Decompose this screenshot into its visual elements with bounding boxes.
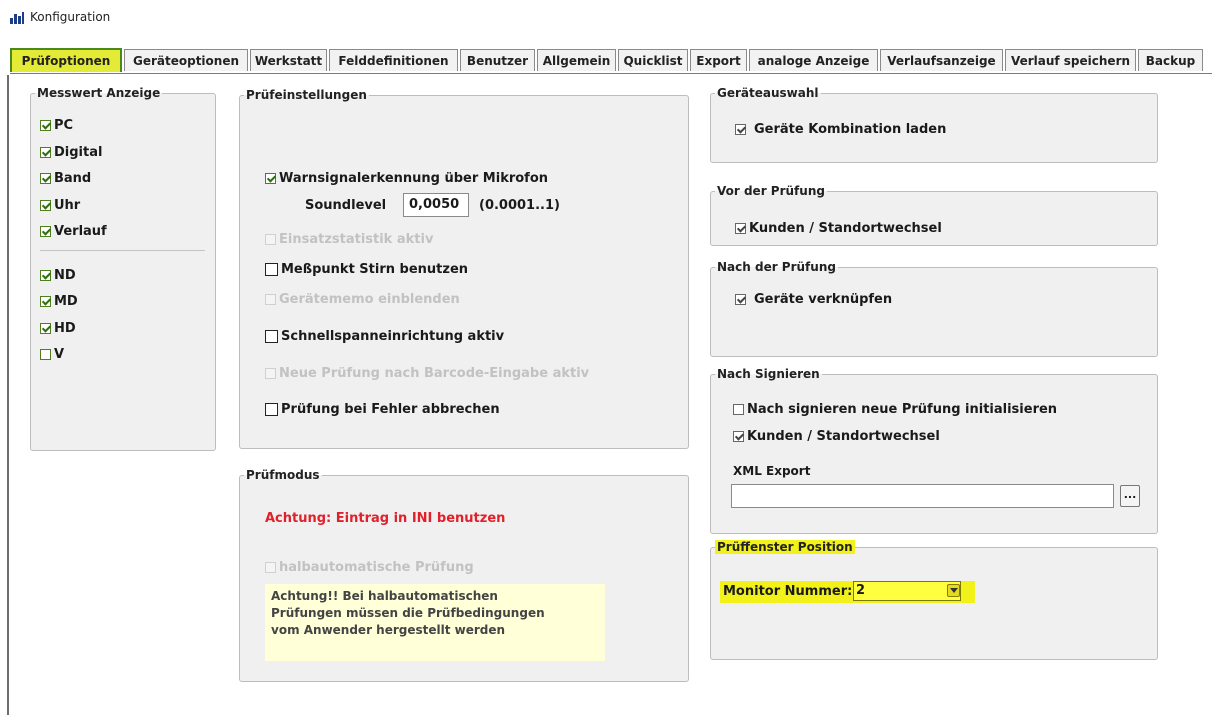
checkbox-icon[interactable]	[40, 226, 51, 237]
group-legend: Prüfeinstellungen	[246, 88, 367, 102]
checkbox-band[interactable]: Band	[40, 171, 91, 186]
checkbox-icon[interactable]	[735, 294, 746, 305]
checkbox-icon[interactable]	[40, 173, 51, 184]
tab-allgemein[interactable]: Allgemein	[537, 49, 616, 71]
checkbox-icon	[265, 368, 276, 379]
checkbox-icon[interactable]	[40, 120, 51, 131]
checkbox-icon[interactable]	[265, 403, 278, 416]
group-legend: Geräteauswahl	[717, 86, 819, 100]
checkbox-uhr[interactable]: Uhr	[40, 198, 80, 213]
group-legend: Messwert Anzeige	[37, 86, 161, 100]
checkbox-messpunkt-stirn[interactable]: Meßpunkt Stirn benutzen	[265, 262, 468, 277]
monitor-nummer-select[interactable]: 2	[853, 581, 961, 601]
group-legend: Nach Signieren	[717, 367, 820, 381]
xml-export-input[interactable]	[731, 484, 1114, 508]
separator	[40, 250, 205, 251]
checkbox-verlauf[interactable]: Verlauf	[40, 224, 107, 239]
soundlevel-range: (0.0001..1)	[479, 198, 560, 213]
group-legend: Nach der Prüfung	[717, 260, 836, 274]
checkbox-icon[interactable]	[40, 147, 51, 158]
tab-analoge-anzeige[interactable]: analoge Anzeige	[749, 49, 878, 71]
tab-benutzer[interactable]: Benutzer	[460, 49, 535, 71]
checkbox-digital[interactable]: Digital	[40, 145, 102, 160]
tab-verlauf-speichern[interactable]: Verlauf speichern	[1005, 49, 1136, 71]
xml-export-label: XML Export	[733, 464, 811, 478]
checkbox-icon[interactable]	[40, 296, 51, 307]
checkbox-nd[interactable]: ND	[40, 268, 76, 283]
checkbox-icon	[265, 294, 276, 305]
chevron-down-icon[interactable]	[947, 584, 960, 597]
checkbox-icon[interactable]	[40, 270, 51, 281]
checkbox-icon[interactable]	[40, 323, 51, 334]
checkbox-pruefung-abbrechen[interactable]: Prüfung bei Fehler abbrechen	[265, 402, 500, 417]
checkbox-icon[interactable]	[40, 349, 51, 360]
checkbox-neue-pruefung-barcode: Neue Prüfung nach Barcode-Eingabe aktiv	[265, 366, 589, 381]
checkbox-schnellspanneinrichtung[interactable]: Schnellspanneinrichtung aktiv	[265, 329, 504, 344]
tab-werkstatt[interactable]: Werkstatt	[250, 49, 327, 71]
checkbox-pc[interactable]: PC	[40, 118, 73, 133]
checkbox-geraetememo: Gerätememo einblenden	[265, 292, 460, 307]
checkbox-md[interactable]: MD	[40, 294, 78, 309]
checkbox-icon	[265, 562, 276, 573]
checkbox-neue-pruefung-initialisieren[interactable]: Nach signieren neue Prüfung initialisier…	[733, 402, 1057, 417]
checkbox-halbautomatische-pruefung: halbautomatische Prüfung	[265, 560, 474, 575]
monitor-nummer-label: Monitor Nummer:	[723, 584, 853, 599]
checkbox-icon	[265, 234, 276, 245]
tab-bar: Prüfoptionen Geräteoptionen Werkstatt Fe…	[10, 48, 1212, 74]
tab-felddefinitionen[interactable]: Felddefinitionen	[329, 49, 458, 71]
group-vor-der-pruefung: Vor der Prüfung	[710, 184, 1158, 246]
window-left-border	[7, 75, 9, 715]
group-legend: Prüfmodus	[246, 468, 320, 482]
soundlevel-label: Soundlevel	[305, 198, 387, 213]
tab-panel-pruefoptionen: Messwert Anzeige PC Digital Band Uhr Ver…	[15, 76, 1205, 708]
checkbox-icon[interactable]	[265, 330, 278, 343]
checkbox-icon[interactable]	[735, 223, 746, 234]
group-nach-der-pruefung: Nach der Prüfung	[710, 260, 1158, 357]
checkbox-icon[interactable]	[733, 404, 744, 415]
group-legend: Vor der Prüfung	[717, 184, 825, 198]
tab-export[interactable]: Export	[690, 49, 747, 71]
checkbox-signieren-kunden-standortwechsel[interactable]: Kunden / Standortwechsel	[733, 429, 940, 444]
tab-pruefoptionen[interactable]: Prüfoptionen	[10, 48, 122, 72]
checkbox-icon[interactable]	[265, 263, 278, 276]
tab-backup[interactable]: Backup	[1138, 49, 1203, 71]
checkbox-v[interactable]: V	[40, 347, 64, 362]
checkbox-warnsignalerkennung[interactable]: Warnsignalerkennung über Mikrofon	[265, 171, 548, 186]
checkbox-icon[interactable]	[265, 173, 276, 184]
checkbox-geraete-verknuepfen[interactable]: Geräte verknüpfen	[735, 292, 892, 307]
window-titlebar: Konfiguration	[0, 0, 1212, 40]
checkbox-icon[interactable]	[735, 124, 746, 135]
checkbox-icon[interactable]	[40, 200, 51, 211]
tab-quicklist[interactable]: Quicklist	[618, 49, 688, 71]
app-window-icon	[10, 12, 24, 24]
soundlevel-input[interactable]: 0,0050	[403, 193, 469, 217]
checkbox-hd[interactable]: HD	[40, 321, 76, 336]
window-title: Konfiguration	[30, 10, 111, 24]
tab-geraeteoptionen[interactable]: Geräteoptionen	[124, 49, 248, 71]
pruefmodus-warning: Achtung: Eintrag in INI benutzen	[265, 511, 506, 526]
xml-export-browse-button[interactable]: ...	[1120, 485, 1140, 507]
tab-verlaufsanzeige[interactable]: Verlaufsanzeige	[880, 49, 1003, 71]
checkbox-geraete-kombination[interactable]: Geräte Kombination laden	[735, 122, 946, 137]
checkbox-icon[interactable]	[733, 431, 744, 442]
group-legend: Prüffenster Position	[715, 540, 855, 554]
pruefmodus-note: Achtung!! Bei halbautomatischen Prüfunge…	[265, 584, 605, 661]
checkbox-einsatzstatistik: Einsatzstatistik aktiv	[265, 232, 433, 247]
checkbox-vor-kunden-standortwechsel[interactable]: Kunden / Standortwechsel	[735, 221, 942, 236]
group-nach-signieren: Nach Signieren	[710, 367, 1158, 534]
